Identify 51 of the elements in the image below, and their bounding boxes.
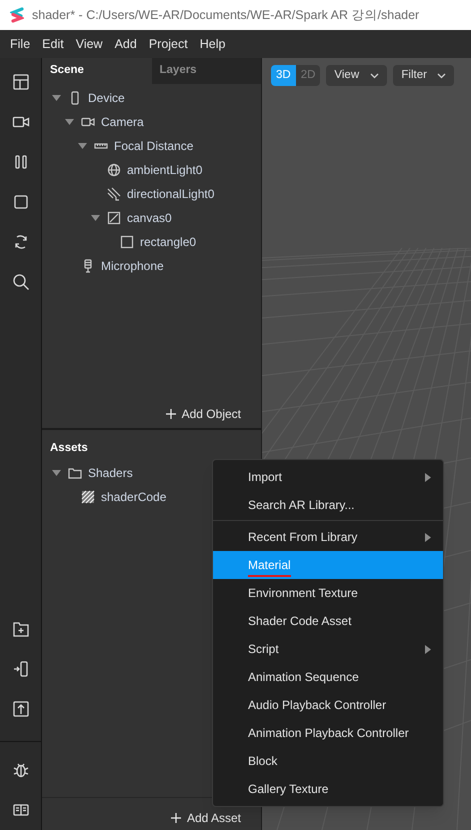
plus-icon [166, 409, 176, 419]
context-menu-item[interactable]: Environment Texture [213, 579, 443, 607]
context-menu-item[interactable]: Script [213, 635, 443, 663]
context-menu-item[interactable]: Animation Sequence [213, 663, 443, 691]
globe-icon [107, 163, 121, 177]
folder-icon [68, 466, 82, 480]
tree-item-label[interactable]: Camera [101, 113, 144, 131]
assets-title: Assets [49, 441, 89, 456]
panel-tab[interactable]: Scene [42, 58, 152, 84]
menu-item[interactable]: View [70, 34, 109, 54]
chevron-down-icon [437, 72, 446, 78]
context-menu-item[interactable]: Shader Code Asset [213, 607, 443, 635]
expanded-triangle-icon[interactable] [52, 95, 60, 101]
tree-item-label[interactable]: shaderCode [101, 488, 166, 506]
video-camera-icon [81, 115, 95, 129]
context-menu-item[interactable]: Recent From Library [213, 523, 443, 551]
menu-item[interactable]: Project [142, 34, 194, 54]
expanded-triangle-icon[interactable] [78, 143, 86, 149]
app-logo-icon [10, 7, 24, 23]
rectangle-icon [120, 235, 134, 249]
hatched-square-icon [81, 490, 95, 504]
tree-item-label[interactable]: Device [88, 89, 125, 107]
window-title: shader* - C:/Users/WE-AR/Documents/WE-AR/Spark AR 강의/shader [32, 6, 420, 24]
tree-item-label[interactable]: Focal Distance [114, 137, 194, 155]
context-menu-item[interactable]: Search AR Library... [213, 491, 443, 519]
dropdown-button[interactable]: View [326, 65, 388, 86]
expanded-triangle-icon[interactable] [90, 215, 100, 221]
expanded-triangle-icon[interactable] [64, 119, 74, 125]
menu-item[interactable]: Edit [36, 34, 70, 54]
tree-item-label[interactable]: Shaders [88, 464, 133, 482]
tree-item-label[interactable]: ambientLight0 [127, 161, 202, 179]
chevron-down-icon [370, 72, 380, 78]
dropdown-button[interactable]: Filter [393, 65, 454, 86]
menu-item[interactable]: Help [194, 34, 232, 54]
menu-item[interactable]: Add [108, 34, 143, 54]
tree-item-label[interactable]: directionalLight0 [127, 185, 214, 203]
context-menu-item[interactable]: Animation Playback Controller [213, 719, 443, 747]
expanded-triangle-icon[interactable] [52, 470, 60, 476]
context-menu-item[interactable]: Gallery Texture [213, 775, 443, 803]
context-menu-item[interactable]: Block [213, 747, 443, 775]
tree-item-label[interactable]: Microphone [101, 257, 164, 275]
context-menu-item[interactable]: Audio Playback Controller [213, 691, 443, 719]
context-menu-item[interactable]: Import [213, 463, 443, 491]
canvas-icon [107, 211, 121, 225]
add-asset-button[interactable]: Add Asset [170, 809, 241, 827]
add-object-button[interactable]: Add Object [166, 405, 241, 423]
menu-item[interactable]: File [4, 34, 36, 54]
tree-item-label[interactable]: canvas0 [127, 209, 172, 227]
tree-item-label[interactable]: rectangle0 [140, 233, 196, 251]
plus-icon [170, 813, 181, 823]
diagonal-arrows-icon [107, 187, 121, 201]
